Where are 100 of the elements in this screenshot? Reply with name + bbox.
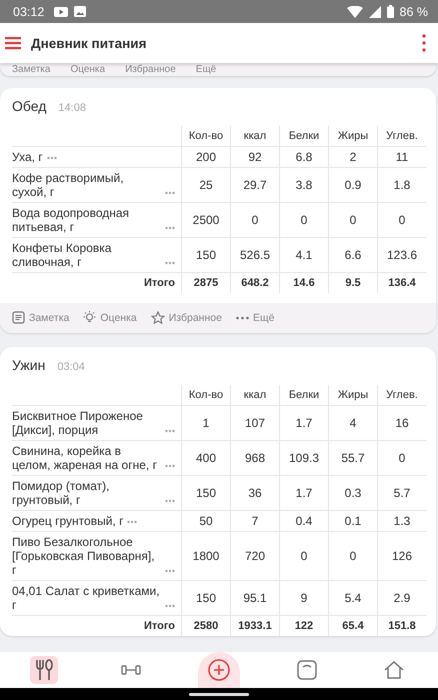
- meal-time: 03:04: [57, 361, 85, 373]
- more-icon[interactable]: [165, 499, 175, 503]
- table-cell: 123.6: [386, 248, 418, 262]
- wifi-icon: [346, 6, 362, 18]
- total-label: Итого: [144, 620, 175, 632]
- column-header: Жиры: [338, 130, 368, 142]
- table-cell: 7: [252, 514, 258, 528]
- more-icon[interactable]: [165, 226, 175, 230]
- table-cell: 9: [300, 591, 308, 605]
- food-name[interactable]: 04,01 Салат с криветками, г: [12, 584, 161, 612]
- total-label: Итого: [144, 277, 175, 289]
- star-icon: [150, 311, 165, 324]
- fork-spoon-icon: [34, 659, 53, 681]
- column-header: Углев.: [386, 389, 418, 401]
- table-cell: 25: [199, 178, 213, 192]
- more-icon[interactable]: [165, 191, 175, 195]
- table-cell: 107: [244, 416, 266, 430]
- meal-title: Ужин: [12, 357, 46, 373]
- table-cell: 29.7: [243, 178, 267, 192]
- table-cell: 150: [196, 486, 216, 500]
- total-cell: 1933.1: [238, 620, 272, 632]
- total-cell: 65.4: [342, 620, 364, 632]
- table-cell: 5.4: [344, 591, 362, 605]
- column-header: Белки: [288, 389, 320, 401]
- table-cell: 0: [300, 549, 308, 563]
- table-cell: 95.1: [243, 591, 267, 605]
- food-name[interactable]: Огурец грунтовый, г: [12, 514, 124, 528]
- nav-tab[interactable]: [30, 656, 58, 684]
- table-cell: 200: [196, 150, 216, 164]
- table-cell: 126: [392, 549, 412, 563]
- total-cell: 151.8: [388, 620, 416, 632]
- more-icon[interactable]: [46, 156, 57, 160]
- food-name[interactable]: Свинина, корейка в целом, жареная на огне, г: [12, 444, 161, 472]
- table-cell: 2500: [192, 213, 220, 227]
- table-cell: 16: [395, 416, 409, 430]
- overflow-menu-icon[interactable]: [422, 34, 426, 52]
- table-cell: 0.9: [344, 178, 362, 192]
- food-name[interactable]: Бисквитное Пироженое [Дикси], порция: [12, 409, 161, 437]
- table-cell: 0: [398, 451, 406, 465]
- more-icon[interactable]: [127, 520, 138, 524]
- table-cell: 0.1: [344, 514, 362, 528]
- table-cell: 2: [350, 150, 356, 164]
- table-cell: 55.7: [341, 451, 365, 465]
- table-cell: 50: [199, 514, 213, 528]
- menu-icon[interactable]: [5, 36, 21, 50]
- total-cell: 2875: [194, 277, 218, 289]
- table-cell: 0: [252, 213, 258, 227]
- column-header: Кол-во: [188, 389, 224, 401]
- table-cell: 1.8: [394, 178, 410, 192]
- home-indicator[interactable]: [189, 692, 249, 696]
- meal-time: 14:08: [58, 102, 86, 114]
- more-icon[interactable]: [165, 569, 175, 573]
- image-icon: [74, 6, 86, 17]
- food-name[interactable]: Кофе растворимый, сухой, г: [12, 171, 161, 199]
- total-cell: 14.6: [293, 277, 315, 289]
- more-icon: [236, 316, 249, 320]
- total-cell: 122: [294, 620, 314, 632]
- food-name[interactable]: Уха, г: [12, 150, 43, 164]
- table-cell: 720: [244, 549, 266, 563]
- column-header: Углев.: [386, 130, 418, 142]
- table-cell: 1.3: [394, 514, 410, 528]
- more-icon[interactable]: [165, 429, 175, 433]
- note-icon: [12, 311, 25, 324]
- table-cell: 0: [300, 213, 308, 227]
- table-cell: 0: [350, 213, 356, 227]
- table-cell: 150: [196, 248, 216, 262]
- column-header: Белки: [288, 130, 320, 142]
- food-name[interactable]: Конфеты Коровка сливочная, г: [12, 241, 161, 269]
- column-header: Жиры: [338, 389, 368, 401]
- table-cell: 6.8: [296, 150, 312, 164]
- table-cell: 109.3: [288, 451, 320, 465]
- table-cell: 5.7: [394, 486, 410, 500]
- home-icon: [383, 661, 406, 679]
- column-header: Кол-во: [188, 130, 224, 142]
- food-name[interactable]: Помидор (томат), грунтовый, г: [12, 479, 161, 507]
- table-cell: 0.3: [344, 486, 362, 500]
- table-cell: 1.7: [296, 486, 312, 500]
- battery-level: 86 %: [400, 4, 428, 18]
- more-icon[interactable]: [165, 261, 175, 265]
- more-icon[interactable]: [165, 604, 175, 608]
- video-icon: [54, 6, 68, 16]
- meal-title: Обед: [12, 98, 46, 114]
- total-cell: 2580: [194, 620, 218, 632]
- app-title: Дневник питания: [31, 36, 148, 50]
- food-name[interactable]: Пиво Безалкогольное [Горьковская Пивоварня], г: [12, 535, 161, 577]
- add-button[interactable]: [198, 652, 240, 688]
- table-cell: 526.5: [240, 248, 270, 262]
- table-cell: 1: [202, 416, 210, 430]
- scale-icon: [296, 660, 317, 680]
- table-cell: 4: [350, 416, 356, 430]
- signal-icon: [368, 6, 380, 18]
- total-cell: 136.4: [388, 277, 416, 289]
- table-cell: 0: [350, 549, 356, 563]
- more-icon[interactable]: [165, 464, 175, 468]
- lightbulb-icon: [83, 311, 96, 324]
- table-cell: 1.7: [296, 416, 312, 430]
- food-name[interactable]: Вода водопроводная питьевая, г: [12, 206, 161, 234]
- table-cell: 968: [244, 451, 266, 465]
- table-cell: 2.9: [394, 591, 410, 605]
- table-cell: 3.8: [296, 178, 312, 192]
